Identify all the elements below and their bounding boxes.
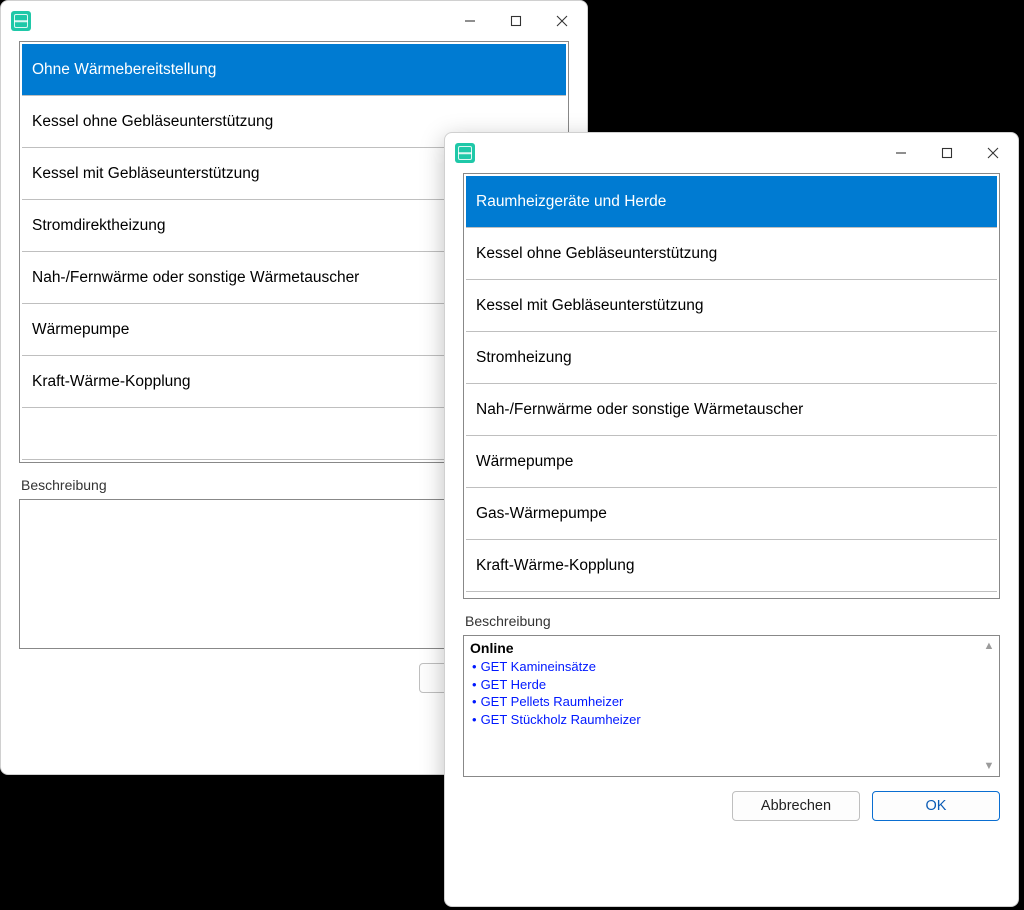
close-icon [556,15,568,27]
list-item-label: Gas-Wärmepumpe [476,505,607,523]
list-item-label: Stromheizung [476,349,572,367]
list-item-label: Raumheizgeräte und Herde [476,193,666,211]
list-item-label: Stromdirektheizung [32,217,166,235]
description-link[interactable]: GET Stückholz Raumheizer [481,711,641,729]
description-link[interactable]: GET Pellets Raumheizer [481,693,624,711]
list-item-label: Wärmepumpe [32,321,129,339]
close-button[interactable] [539,2,585,40]
scroll-up-icon[interactable]: ▲ [981,638,997,654]
app-icon [455,143,475,163]
bullet-icon: • [472,658,477,676]
description-link-row: • GET Herde [470,676,993,694]
dialog-heating-type-front: Raumheizgeräte und Herde Kessel ohne Geb… [444,132,1019,907]
list-item[interactable]: Kessel ohne Gebläseunterstützung [466,228,997,280]
minimize-icon [895,147,907,159]
titlebar[interactable] [1,1,587,41]
list-item-label: Kessel mit Gebläseunterstützung [32,165,259,183]
list-item[interactable]: Kessel mit Gebläseunterstützung [466,280,997,332]
description-link-row: • GET Kamineinsätze [470,658,993,676]
description-link[interactable]: GET Kamineinsätze [481,658,596,676]
bullet-icon: • [472,693,477,711]
list-item-label: Kessel mit Gebläseunterstützung [476,297,703,315]
app-icon [11,11,31,31]
list-item-label: Kraft-Wärme-Kopplung [476,557,635,575]
maximize-icon [941,147,953,159]
description-box[interactable]: Online • GET Kamineinsätze • GET Herde •… [463,635,1000,777]
list-item-label: Kessel ohne Gebläseunterstützung [32,113,273,131]
description-link[interactable]: GET Herde [481,676,547,694]
description-label: Beschreibung [465,613,1000,629]
list-item-label: Kessel ohne Gebläseunterstützung [476,245,717,263]
list-item[interactable]: Nah-/Fernwärme oder sonstige Wärmetausch… [466,384,997,436]
bullet-icon: • [472,676,477,694]
close-button[interactable] [970,134,1016,172]
list-item-label: Nah-/Fernwärme oder sonstige Wärmetausch… [476,401,803,419]
list-item[interactable]: Wärmepumpe [466,436,997,488]
maximize-button[interactable] [924,134,970,172]
close-icon [987,147,999,159]
list-item-label: Kraft-Wärme-Kopplung [32,373,191,391]
titlebar[interactable] [445,133,1018,173]
list-item[interactable]: Gas-Wärmepumpe [466,488,997,540]
list-item[interactable]: Stromheizung [466,332,997,384]
heating-type-listbox[interactable]: Raumheizgeräte und Herde Kessel ohne Geb… [463,173,1000,599]
ok-button[interactable]: OK [872,791,1000,821]
minimize-button[interactable] [878,134,924,172]
scroll-down-icon[interactable]: ▼ [981,758,997,774]
maximize-button[interactable] [493,2,539,40]
list-item[interactable]: Ohne Wärmebereitstellung [22,44,566,96]
list-item-label: Ohne Wärmebereitstellung [32,61,216,79]
description-link-row: • GET Stückholz Raumheizer [470,711,993,729]
description-heading: Online [470,640,993,656]
cancel-button[interactable]: Abbrechen [732,791,860,821]
minimize-button[interactable] [447,2,493,40]
minimize-icon [464,15,476,27]
list-item[interactable]: Raumheizgeräte und Herde [466,176,997,228]
bullet-icon: • [472,711,477,729]
list-item[interactable]: Kraft-Wärme-Kopplung [466,540,997,592]
description-link-row: • GET Pellets Raumheizer [470,693,993,711]
list-item-label: Nah-/Fernwärme oder sonstige Wärmetausch… [32,269,359,287]
maximize-icon [510,15,522,27]
list-item-label: Wärmepumpe [476,453,573,471]
